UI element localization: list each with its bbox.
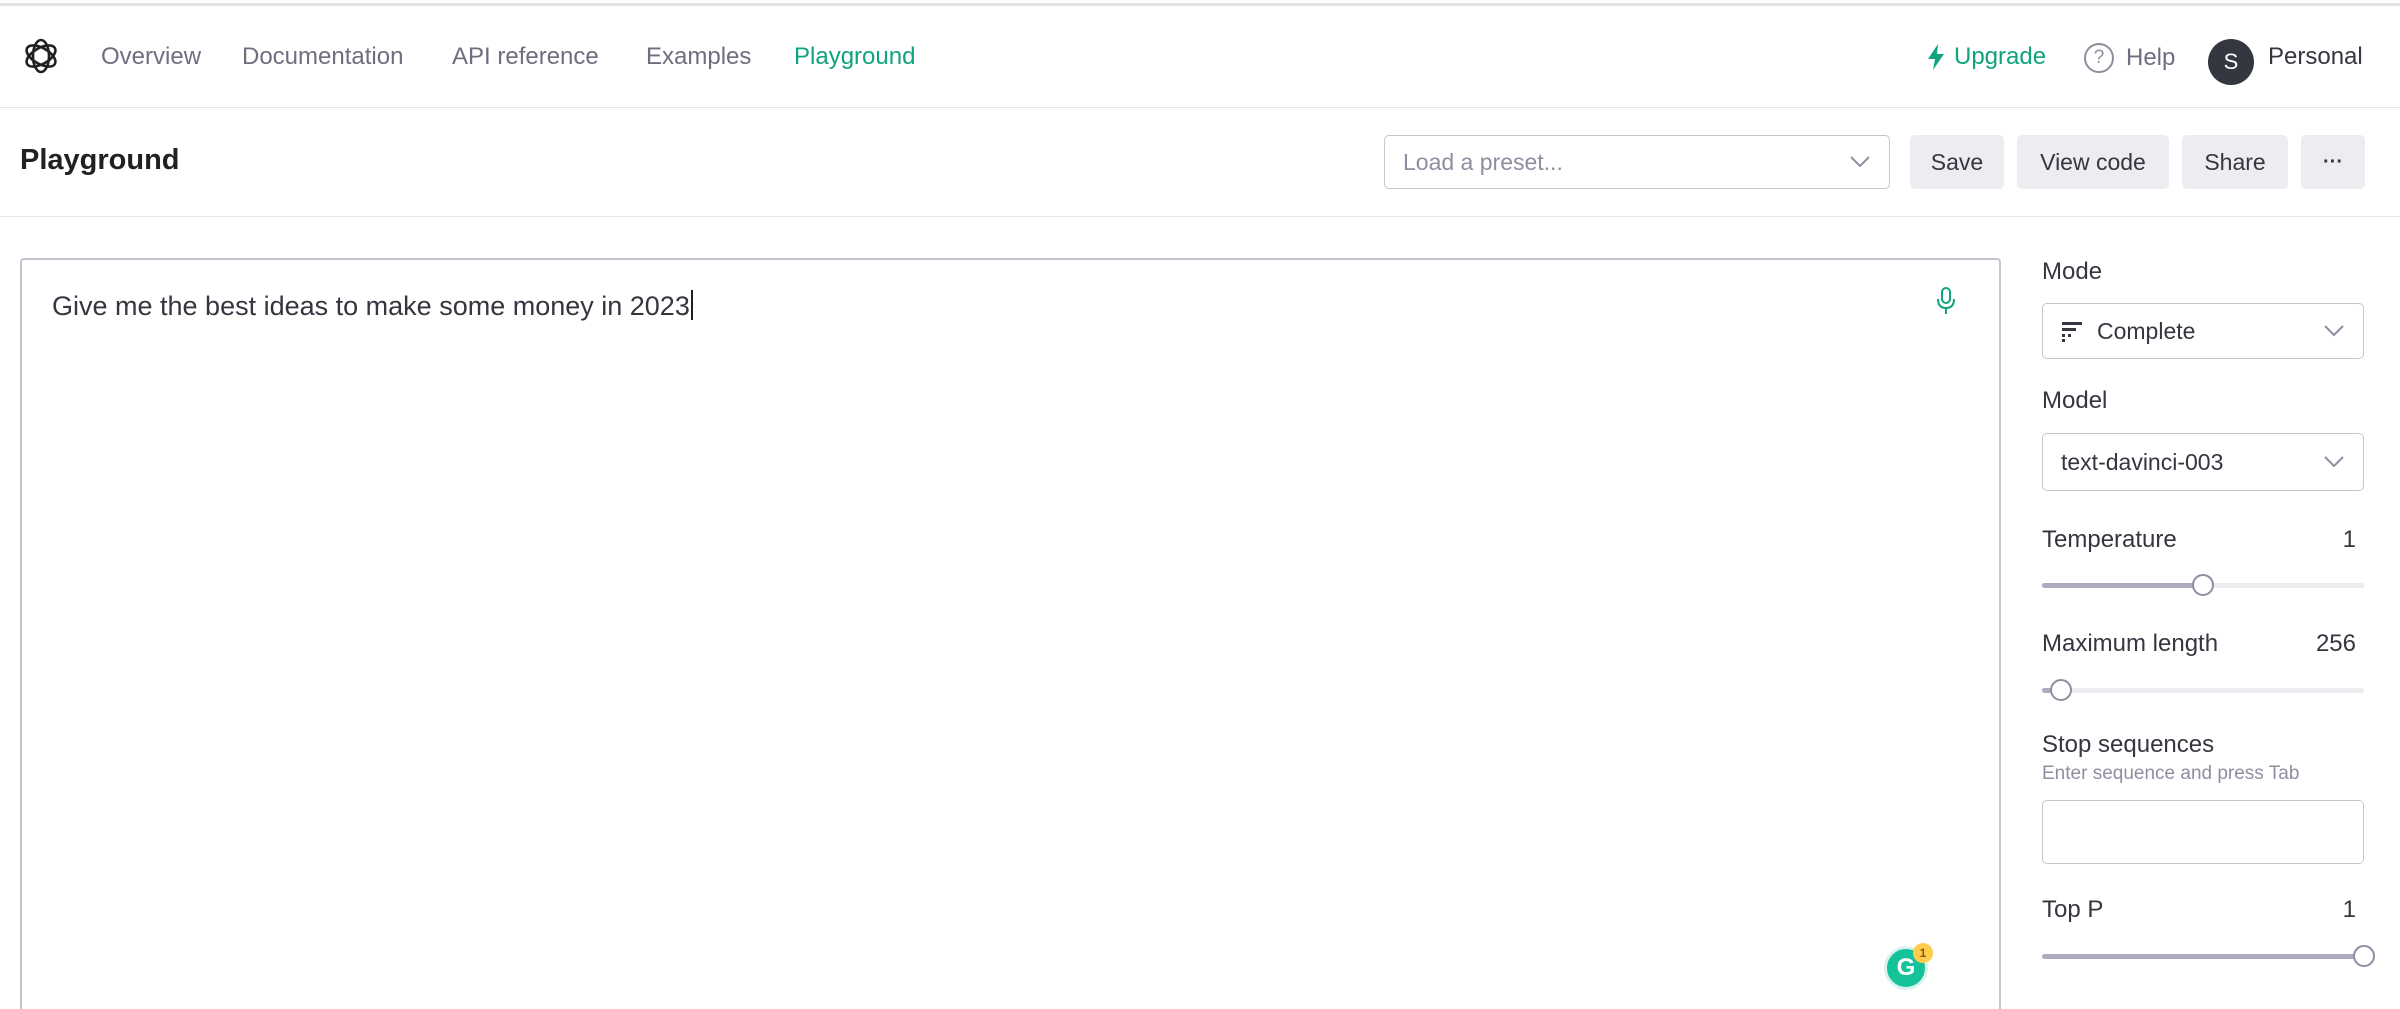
complete-mode-icon: [2062, 322, 2082, 342]
prompt-text: Give me the best ideas to make some mone…: [52, 291, 690, 321]
model-value: text-davinci-003: [2061, 448, 2224, 475]
share-button[interactable]: Share: [2182, 135, 2288, 189]
prompt-editor[interactable]: Give me the best ideas to make some mone…: [20, 258, 2001, 1009]
top-p-value[interactable]: 1: [2276, 896, 2356, 924]
grammarly-icon[interactable]: G 1: [1884, 943, 1933, 990]
grammarly-letter: G: [1896, 954, 1916, 981]
nav-api-reference[interactable]: API reference: [452, 43, 599, 71]
account-label[interactable]: Personal: [2268, 43, 2363, 71]
slider-thumb[interactable]: [2050, 679, 2073, 701]
temperature-value[interactable]: 1: [2276, 526, 2356, 554]
chevron-down-icon: [2324, 325, 2344, 337]
upgrade-label: Upgrade: [1954, 43, 2047, 70]
model-label: Model: [2042, 387, 2108, 414]
top-nav: Overview Documentation API reference Exa…: [0, 6, 2400, 108]
mode-label: Mode: [2042, 258, 2103, 285]
help-label: Help: [2126, 44, 2176, 71]
temperature-slider[interactable]: [2042, 574, 2364, 596]
avatar[interactable]: S: [2208, 39, 2254, 85]
help-link[interactable]: ? Help: [2084, 43, 2175, 73]
view-code-button[interactable]: View code: [2017, 135, 2169, 189]
microphone-icon[interactable]: [1936, 286, 1956, 316]
openai-logo-icon[interactable]: [20, 35, 62, 77]
preset-placeholder: Load a preset...: [1403, 148, 1563, 175]
top-p-label: Top P: [2042, 896, 2104, 923]
text-cursor: [690, 290, 693, 320]
chevron-down-icon: [2324, 456, 2344, 468]
stop-sequences-label: Stop sequences: [2042, 731, 2215, 758]
more-options-button[interactable]: ···: [2301, 135, 2365, 189]
lightning-icon: [1928, 44, 1944, 70]
slider-track: [2042, 688, 2364, 693]
stop-sequences-hint: Enter sequence and press Tab: [2042, 763, 2300, 784]
slider-fill: [2042, 954, 2364, 959]
max-length-slider[interactable]: [2042, 679, 2364, 701]
top-p-slider[interactable]: [2042, 945, 2375, 967]
model-select[interactable]: text-davinci-003: [2042, 433, 2364, 491]
nav-playground[interactable]: Playground: [794, 43, 915, 71]
nav-documentation[interactable]: Documentation: [242, 43, 403, 71]
slider-fill: [2042, 583, 2203, 588]
mode-select[interactable]: Complete: [2042, 303, 2364, 359]
help-icon: ?: [2084, 43, 2114, 73]
max-length-value[interactable]: 256: [2276, 630, 2356, 658]
temperature-label: Temperature: [2042, 526, 2177, 553]
page-header: Playground Load a preset... Save View co…: [0, 108, 2400, 217]
slider-thumb[interactable]: [2353, 945, 2375, 967]
save-button[interactable]: Save: [1910, 135, 2004, 189]
nav-examples[interactable]: Examples: [646, 43, 751, 71]
upgrade-link[interactable]: Upgrade: [1926, 43, 2046, 71]
grammarly-badge: 1: [1913, 943, 1933, 963]
max-length-label: Maximum length: [2042, 630, 2219, 657]
slider-thumb[interactable]: [2192, 574, 2214, 596]
mode-value: Complete: [2097, 317, 2196, 344]
prompt-text-line[interactable]: Give me the best ideas to make some mone…: [52, 290, 693, 322]
nav-overview[interactable]: Overview: [101, 43, 201, 71]
chevron-down-icon: [1850, 156, 1870, 168]
stop-sequences-input[interactable]: [2042, 800, 2364, 864]
preset-select[interactable]: Load a preset...: [1384, 135, 1890, 189]
page-title: Playground: [20, 144, 180, 176]
